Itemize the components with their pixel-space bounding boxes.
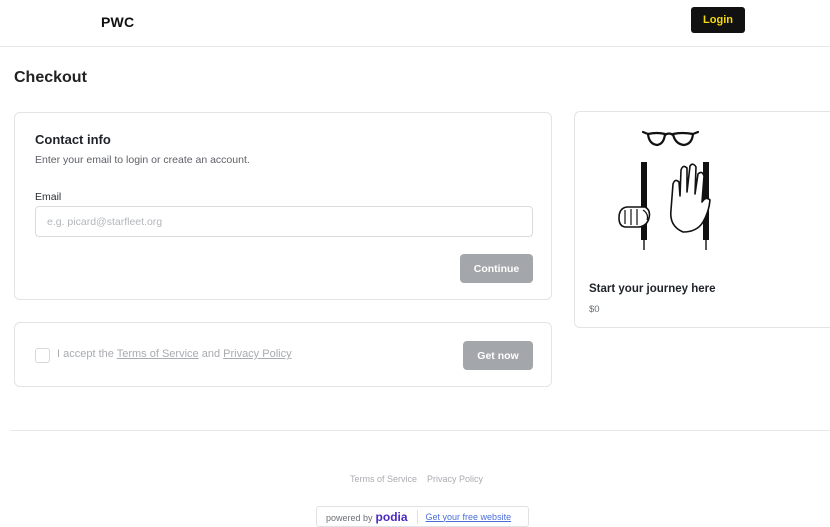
page-title: Checkout <box>14 69 87 86</box>
accept-terms-checkbox[interactable] <box>35 348 50 363</box>
privacy-policy-link[interactable]: Privacy Policy <box>223 348 291 360</box>
footer-divider <box>10 430 830 431</box>
powered-by-podia-badge: powered by podia Get your free website <box>316 506 529 527</box>
site-header: PWC Login <box>0 0 830 47</box>
brand-logo[interactable]: PWC <box>101 14 134 30</box>
podia-logo[interactable]: podia <box>376 510 408 524</box>
powered-by-label: powered by <box>326 512 373 523</box>
contact-info-card: Contact info Enter your email to login o… <box>14 112 552 300</box>
badge-divider <box>416 509 418 524</box>
glasses-suspenders-illustration-icon <box>618 130 711 250</box>
accept-prefix: I accept the <box>57 348 117 360</box>
product-title[interactable]: Start your journey here <box>589 283 716 295</box>
product-card: Start your journey here $0 <box>574 111 830 328</box>
accept-and: and <box>198 348 224 360</box>
get-now-button[interactable]: Get now <box>463 341 533 370</box>
powered-by-text: powered by podia <box>317 510 408 524</box>
contact-info-subtitle: Enter your email to login or create an a… <box>35 154 250 166</box>
continue-button[interactable]: Continue <box>460 254 533 283</box>
terms-card: I accept the Terms of Service and Privac… <box>14 322 552 387</box>
login-button[interactable]: Login <box>691 7 745 33</box>
email-label: Email <box>35 191 62 203</box>
contact-info-title: Contact info <box>35 132 111 147</box>
footer-links: Terms of Service Privacy Policy <box>350 474 493 484</box>
get-free-website-link[interactable]: Get your free website <box>426 512 512 522</box>
email-field[interactable] <box>35 206 533 237</box>
footer-terms-link[interactable]: Terms of Service <box>350 474 417 484</box>
product-price: $0 <box>589 304 600 315</box>
terms-of-service-link[interactable]: Terms of Service <box>117 348 199 360</box>
footer-privacy-link[interactable]: Privacy Policy <box>427 474 483 484</box>
accept-terms-label: I accept the Terms of Service and Privac… <box>57 348 292 360</box>
